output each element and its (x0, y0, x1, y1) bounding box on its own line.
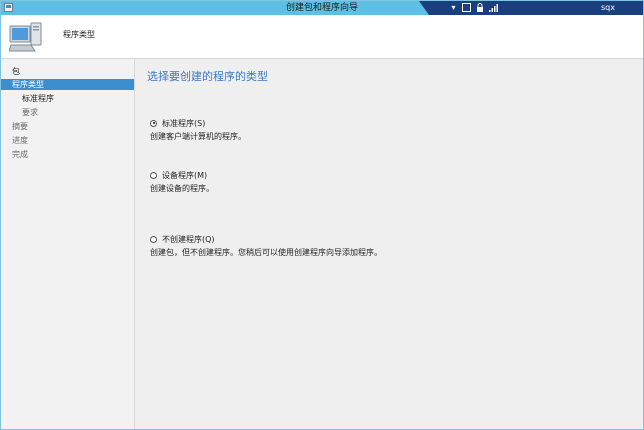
radio-label-none[interactable]: 不创建程序(Q) (162, 234, 215, 245)
radio-label-device[interactable]: 设备程序(M) (162, 170, 207, 181)
remote-user-name: sqx (601, 3, 615, 12)
option-device-program: 设备程序(M) 创建设备的程序。 (150, 169, 214, 194)
nav-item-program-type[interactable]: 程序类型 (1, 79, 134, 90)
signal-bars-svg (489, 4, 498, 12)
radio-row-device[interactable]: 设备程序(M) (150, 169, 214, 181)
radio-row-none[interactable]: 不创建程序(Q) (150, 233, 382, 245)
nav-item-requirements[interactable]: 要求 (1, 107, 134, 118)
nav-item-progress[interactable]: 进度 (1, 135, 134, 146)
title-bar[interactable]: 创建包和程序向导 ▾ sqx (1, 1, 643, 15)
option-description-device: 创建设备的程序。 (150, 184, 214, 193)
option-no-program: 不创建程序(Q) 创建包，但不创建程序。您稍后可以使用创建程序向导添加程序。 (150, 233, 382, 258)
option-description-none: 创建包，但不创建程序。您稍后可以使用创建程序向导添加程序。 (150, 248, 382, 257)
rdp-bar-notch (419, 1, 429, 15)
nav-item-complete[interactable]: 完成 (1, 149, 134, 160)
computer-icon (9, 22, 42, 52)
pin-icon[interactable]: ▾ (449, 3, 458, 12)
section-heading: 选择要创建的程序的类型 (147, 70, 268, 83)
main-content: 选择要创建的程序的类型 标准程序(S) 创建客户端计算机的程序。 设备程序(M)… (135, 59, 643, 429)
option-description-standard: 创建客户端计算机的程序。 (150, 132, 246, 141)
minimize-icon[interactable] (462, 3, 471, 12)
lock-icon-svg (476, 3, 483, 12)
nav-item-package[interactable]: 包 (1, 66, 134, 77)
radio-standard-program[interactable] (150, 119, 157, 127)
wizard-window: 创建包和程序向导 ▾ sqx 程序类型 包 程序类型 标准程序 要求 摘要 进度… (0, 0, 644, 430)
remote-connection-bar: ▾ sqx (419, 1, 643, 15)
wizard-steps-nav: 包 程序类型 标准程序 要求 摘要 进度 完成 (1, 59, 135, 429)
radio-label-standard[interactable]: 标准程序(S) (162, 118, 205, 129)
wizard-header: 程序类型 (1, 15, 643, 59)
option-standard-program: 标准程序(S) 创建客户端计算机的程序。 (150, 117, 246, 142)
radio-row-standard[interactable]: 标准程序(S) (150, 117, 246, 129)
page-title: 程序类型 (63, 30, 95, 39)
lock-icon[interactable] (475, 3, 484, 12)
radio-no-program[interactable] (150, 235, 157, 243)
radio-device-program[interactable] (150, 171, 157, 179)
signal-icon (489, 3, 498, 12)
nav-item-summary[interactable]: 摘要 (1, 121, 134, 132)
nav-item-standard-program[interactable]: 标准程序 (1, 93, 134, 104)
